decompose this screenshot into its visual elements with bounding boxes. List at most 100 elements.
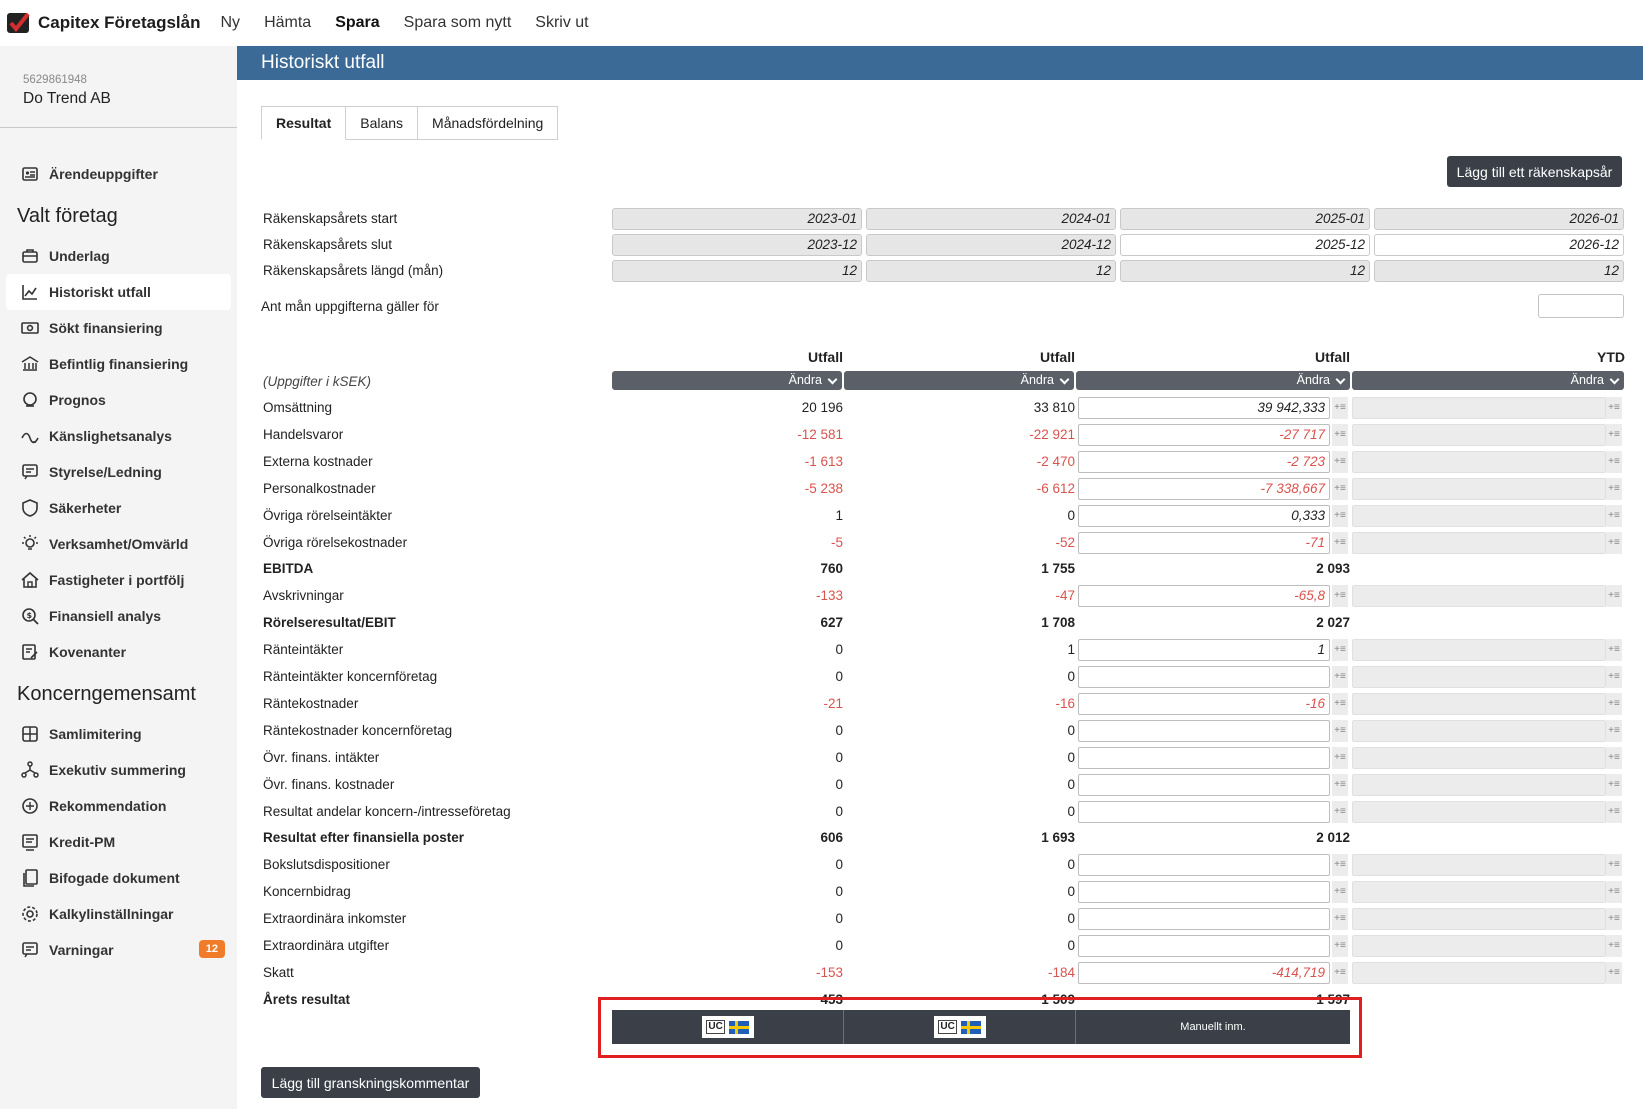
row-input[interactable]: 0,333 bbox=[1078, 505, 1330, 527]
ytd-input[interactable] bbox=[1352, 639, 1606, 661]
row-input[interactable]: -65,8 bbox=[1078, 585, 1330, 607]
menu-print[interactable]: Skriv ut bbox=[535, 14, 588, 32]
ytd-calc-icon[interactable]: +≡ bbox=[1606, 854, 1622, 876]
sidebar-item-exekutiv-summering[interactable]: Exekutiv summering bbox=[6, 752, 231, 788]
add-fiscal-year-button[interactable]: Lägg till ett räkenskapsår bbox=[1447, 156, 1622, 187]
sidebar-item-verksamhet-omvarld[interactable]: Verksamhet/Omvärld bbox=[6, 526, 231, 562]
ytd-calc-icon[interactable]: +≡ bbox=[1606, 585, 1622, 607]
row-input[interactable]: -7 338,667 bbox=[1078, 478, 1330, 500]
row-input[interactable] bbox=[1078, 666, 1330, 688]
ytd-input[interactable] bbox=[1352, 774, 1606, 796]
row-calc-icon[interactable]: +≡ bbox=[1332, 478, 1348, 500]
row-calc-icon[interactable]: +≡ bbox=[1332, 585, 1348, 607]
row-calc-icon[interactable]: +≡ bbox=[1332, 424, 1348, 446]
ytd-input[interactable] bbox=[1352, 693, 1606, 715]
change-dropdown[interactable]: Ändra bbox=[612, 371, 842, 390]
row-input[interactable]: 1 bbox=[1078, 639, 1330, 661]
row-input[interactable] bbox=[1078, 935, 1330, 957]
sidebar-item-styrelse-ledning[interactable]: Styrelse/Ledning bbox=[6, 454, 231, 490]
ytd-calc-icon[interactable]: +≡ bbox=[1606, 666, 1622, 688]
row-calc-icon[interactable]: +≡ bbox=[1332, 451, 1348, 473]
ytd-input[interactable] bbox=[1352, 585, 1606, 607]
row-input[interactable] bbox=[1078, 908, 1330, 930]
ytd-calc-icon[interactable]: +≡ bbox=[1606, 962, 1622, 984]
ytd-input[interactable] bbox=[1352, 478, 1606, 500]
menu-new[interactable]: Ny bbox=[221, 14, 241, 32]
tab-resultat[interactable]: Resultat bbox=[261, 106, 347, 140]
ytd-input[interactable] bbox=[1352, 801, 1606, 823]
row-calc-icon[interactable]: +≡ bbox=[1332, 505, 1348, 527]
ytd-calc-icon[interactable]: +≡ bbox=[1606, 747, 1622, 769]
row-calc-icon[interactable]: +≡ bbox=[1332, 639, 1348, 661]
row-calc-icon[interactable]: +≡ bbox=[1332, 693, 1348, 715]
row-input[interactable]: -414,719 bbox=[1078, 962, 1330, 984]
period-end-cell[interactable]: 2025-12 bbox=[1120, 234, 1370, 256]
row-input[interactable]: -27 717 bbox=[1078, 424, 1330, 446]
ytd-input[interactable] bbox=[1352, 424, 1606, 446]
period-end-cell[interactable]: 2026-12 bbox=[1374, 234, 1624, 256]
row-input[interactable] bbox=[1078, 801, 1330, 823]
sidebar-item-fastigheter-i-portfolj[interactable]: Fastigheter i portfölj bbox=[6, 562, 231, 598]
change-dropdown[interactable]: Ändra bbox=[1352, 371, 1624, 390]
ytd-calc-icon[interactable]: +≡ bbox=[1606, 424, 1622, 446]
ytd-input[interactable] bbox=[1352, 962, 1606, 984]
ytd-input[interactable] bbox=[1352, 451, 1606, 473]
sidebar-item-historiskt-utfall[interactable]: Historiskt utfall bbox=[6, 274, 231, 310]
row-input[interactable] bbox=[1078, 720, 1330, 742]
row-calc-icon[interactable]: +≡ bbox=[1332, 881, 1348, 903]
ytd-calc-icon[interactable]: +≡ bbox=[1606, 935, 1622, 957]
ytd-calc-icon[interactable]: +≡ bbox=[1606, 532, 1622, 554]
row-input[interactable]: 39 942,333 bbox=[1078, 397, 1330, 419]
ytd-calc-icon[interactable]: +≡ bbox=[1606, 774, 1622, 796]
ytd-input[interactable] bbox=[1352, 397, 1606, 419]
add-review-comment-button[interactable]: Lägg till granskningskommentar bbox=[261, 1067, 480, 1098]
sidebar-item-kalkylinstallningar[interactable]: Kalkylinställningar bbox=[6, 896, 231, 932]
ytd-input[interactable] bbox=[1352, 908, 1606, 930]
ytd-calc-icon[interactable]: +≡ bbox=[1606, 693, 1622, 715]
ytd-input[interactable] bbox=[1352, 532, 1606, 554]
ytd-input[interactable] bbox=[1352, 720, 1606, 742]
ytd-input[interactable] bbox=[1352, 935, 1606, 957]
row-input[interactable] bbox=[1078, 881, 1330, 903]
sidebar-item-bifogade-dokument[interactable]: Bifogade dokument bbox=[6, 860, 231, 896]
change-dropdown[interactable]: Ändra bbox=[844, 371, 1074, 390]
ytd-calc-icon[interactable]: +≡ bbox=[1606, 397, 1622, 419]
row-calc-icon[interactable]: +≡ bbox=[1332, 666, 1348, 688]
ytd-calc-icon[interactable]: +≡ bbox=[1606, 720, 1622, 742]
row-calc-icon[interactable]: +≡ bbox=[1332, 962, 1348, 984]
sidebar-item-underlag[interactable]: Underlag bbox=[6, 238, 231, 274]
row-input[interactable] bbox=[1078, 774, 1330, 796]
ytd-input[interactable] bbox=[1352, 854, 1606, 876]
menu-save[interactable]: Spara bbox=[335, 14, 379, 32]
sidebar-item-sakerheter[interactable]: Säkerheter bbox=[6, 490, 231, 526]
sidebar-item-arendeuppgifter[interactable]: Ärendeuppgifter bbox=[6, 156, 231, 192]
ytd-input[interactable] bbox=[1352, 666, 1606, 688]
sidebar-item-befintlig-finansiering[interactable]: Befintlig finansiering bbox=[6, 346, 231, 382]
ytd-calc-icon[interactable]: +≡ bbox=[1606, 451, 1622, 473]
row-calc-icon[interactable]: +≡ bbox=[1332, 908, 1348, 930]
row-calc-icon[interactable]: +≡ bbox=[1332, 801, 1348, 823]
sidebar-item-sokt-finansiering[interactable]: Sökt finansiering bbox=[6, 310, 231, 346]
row-input[interactable] bbox=[1078, 747, 1330, 769]
ytd-input[interactable] bbox=[1352, 881, 1606, 903]
ytd-calc-icon[interactable]: +≡ bbox=[1606, 639, 1622, 661]
row-calc-icon[interactable]: +≡ bbox=[1332, 747, 1348, 769]
ytd-calc-icon[interactable]: +≡ bbox=[1606, 478, 1622, 500]
sidebar-item-finansiell-analys[interactable]: $ Finansiell analys bbox=[6, 598, 231, 634]
ytd-calc-icon[interactable]: +≡ bbox=[1606, 881, 1622, 903]
months-input[interactable] bbox=[1538, 294, 1624, 318]
ytd-calc-icon[interactable]: +≡ bbox=[1606, 505, 1622, 527]
row-calc-icon[interactable]: +≡ bbox=[1332, 854, 1348, 876]
sidebar-item-kredit-pm[interactable]: Kredit-PM bbox=[6, 824, 231, 860]
sidebar-item-prognos[interactable]: Prognos bbox=[6, 382, 231, 418]
row-calc-icon[interactable]: +≡ bbox=[1332, 532, 1348, 554]
ytd-calc-icon[interactable]: +≡ bbox=[1606, 908, 1622, 930]
change-dropdown[interactable]: Ändra bbox=[1076, 371, 1350, 390]
row-calc-icon[interactable]: +≡ bbox=[1332, 720, 1348, 742]
sidebar-item-kovenanter[interactable]: Kovenanter bbox=[6, 634, 231, 670]
sidebar-item-kanslighetsanalys[interactable]: Känslighetsanalys bbox=[6, 418, 231, 454]
menu-save-as-new[interactable]: Spara som nytt bbox=[404, 14, 512, 32]
ytd-calc-icon[interactable]: +≡ bbox=[1606, 801, 1622, 823]
ytd-input[interactable] bbox=[1352, 747, 1606, 769]
sidebar-item-rekommendation[interactable]: Rekommendation bbox=[6, 788, 231, 824]
